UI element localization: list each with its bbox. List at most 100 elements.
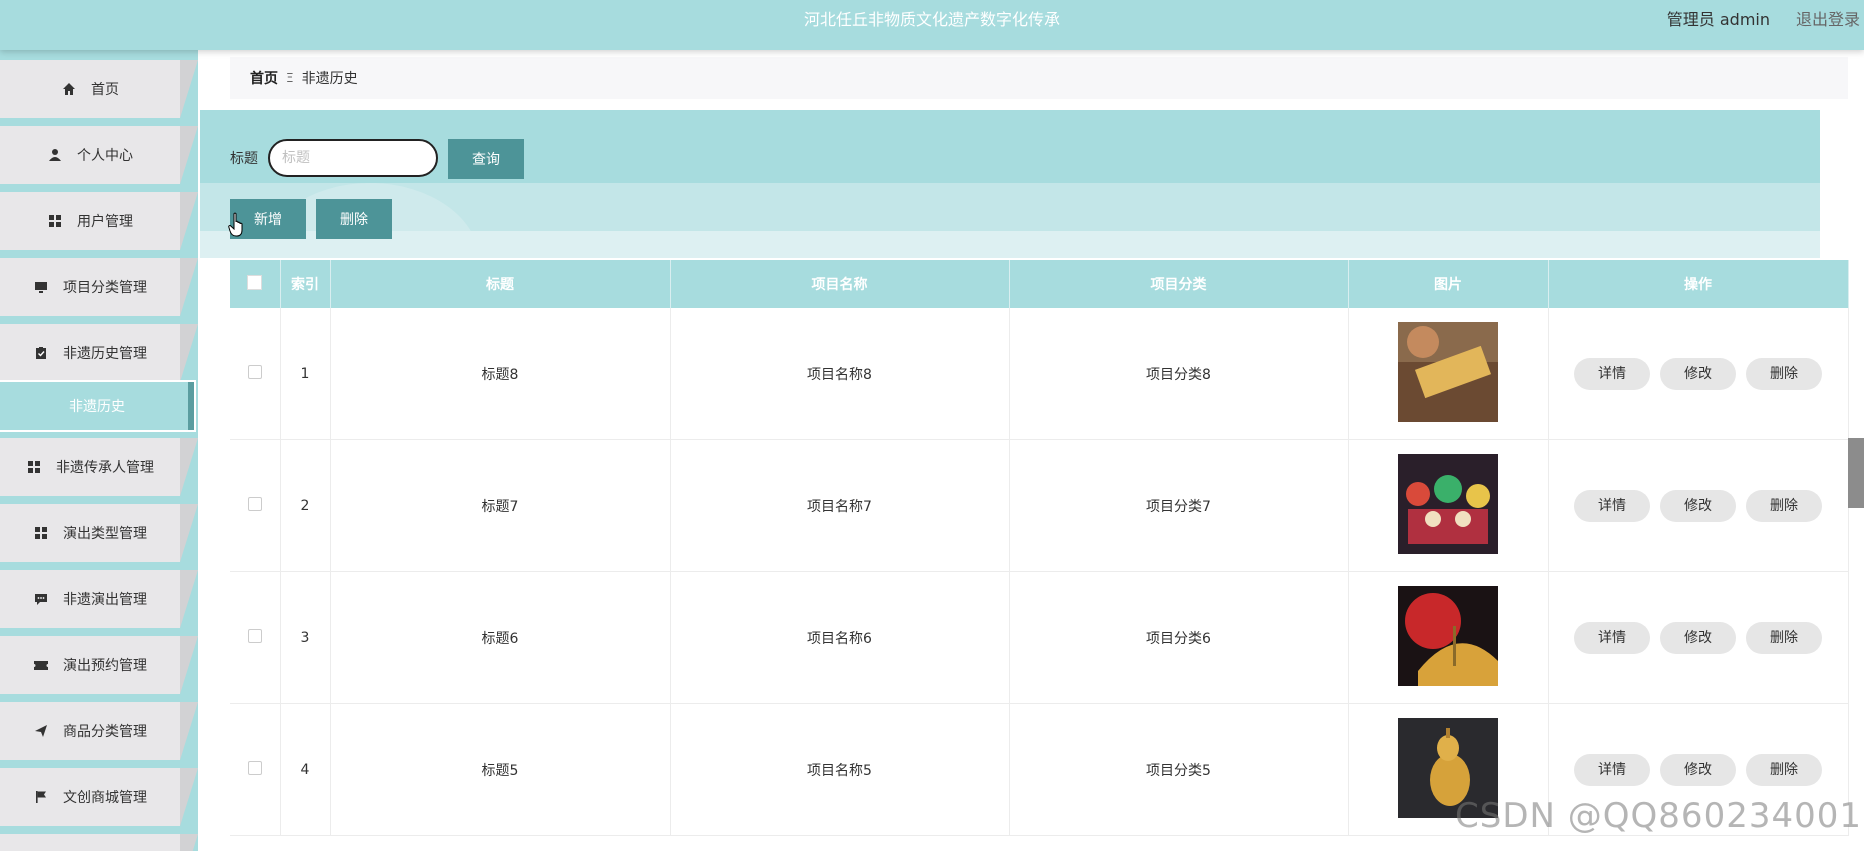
edit-button[interactable]: 修改	[1660, 489, 1736, 522]
sidebar-item-label: 项目分类管理	[63, 280, 147, 296]
edit-button[interactable]: 修改	[1660, 357, 1736, 390]
table-row: 2 标题7 项目名称7 项目分类7 详情 修改 删除	[230, 439, 1849, 572]
cell-name: 项目名称7	[670, 439, 1010, 572]
search-label: 标题	[230, 151, 258, 167]
select-all-header[interactable]	[230, 260, 281, 308]
cell-category: 项目分类8	[1009, 308, 1349, 440]
user-icon	[47, 147, 63, 163]
detail-button[interactable]: 详情	[1574, 489, 1650, 522]
sidebar-item-history-manage[interactable]: 非遗历史管理	[0, 324, 198, 382]
delete-button[interactable]: 删除	[1746, 753, 1822, 786]
watermark-text: CSDN @QQ860234001	[1455, 796, 1862, 836]
column-header-category: 项目分类	[1009, 260, 1349, 308]
edit-button[interactable]: 修改	[1660, 621, 1736, 654]
cell-index: 4	[280, 703, 331, 836]
sidebar-item-profile[interactable]: 个人中心	[0, 126, 198, 184]
flag-icon	[33, 789, 49, 805]
breadcrumb-current: 非遗历史	[301, 71, 358, 87]
select-all-checkbox[interactable]	[247, 274, 263, 290]
app-title: 河北任丘非物质文化遗产数字化传承	[803, 10, 1060, 29]
row-checkbox[interactable]	[247, 364, 262, 379]
table-row: 1 标题8 项目名称8 项目分类8 详情 修改 删除	[230, 308, 1849, 440]
detail-button[interactable]: 详情	[1574, 621, 1650, 654]
cell-category: 项目分类5	[1009, 703, 1349, 836]
table-row: 3 标题6 项目名称6 项目分类6 详情 修改 删除	[230, 571, 1849, 704]
cell-title: 标题8	[330, 308, 671, 440]
grid-icon	[33, 525, 49, 541]
cell-name: 项目名称5	[670, 703, 1010, 836]
sidebar-item-label: 非遗传承人管理	[56, 460, 154, 476]
sidebar-item-label: 演出预约管理	[63, 658, 147, 674]
delete-button[interactable]: 删除	[1746, 489, 1822, 522]
row-image[interactable]	[1398, 321, 1498, 422]
search-panel	[200, 110, 1820, 258]
vertical-scrollbar-thumb[interactable]	[1848, 438, 1864, 508]
sidebar-subitem-label: 非遗历史	[69, 399, 125, 415]
sidebar-item-users[interactable]: 用户管理	[0, 192, 198, 250]
grid-icon	[26, 459, 42, 475]
search-input[interactable]	[268, 139, 438, 177]
cell-category: 项目分类7	[1009, 439, 1349, 572]
sidebar: 首页 个人中心 用户管理 项目分类管理 非遗历史管理 非遗历史 非遗传承人管理 …	[0, 50, 198, 851]
row-checkbox[interactable]	[247, 628, 262, 643]
edit-button[interactable]: 修改	[1660, 753, 1736, 786]
sidebar-item-shop[interactable]: 文创商城管理	[0, 768, 198, 826]
column-header-title: 标题	[330, 260, 671, 308]
cell-name: 项目名称6	[670, 571, 1010, 704]
mouse-pointer-icon	[228, 212, 243, 237]
cell-category: 项目分类6	[1009, 571, 1349, 704]
cell-title: 标题6	[330, 571, 671, 704]
sidebar-item-home[interactable]: 首页	[0, 60, 198, 118]
sidebar-item-goods-category[interactable]: 商品分类管理	[0, 702, 198, 760]
breadcrumb: 首页 Ξ 非遗历史	[230, 57, 1848, 99]
sidebar-item-label: 文创商城管理	[63, 790, 147, 806]
grid-icon	[47, 213, 63, 229]
row-checkbox[interactable]	[247, 496, 262, 511]
sidebar-item-booking[interactable]: 演出预约管理	[0, 636, 198, 694]
cell-title: 标题7	[330, 439, 671, 572]
current-user: 管理员 admin	[1666, 10, 1770, 29]
send-icon	[33, 723, 49, 739]
sidebar-item-label: 非遗演出管理	[63, 592, 147, 608]
sidebar-subitem-history[interactable]: 非遗历史	[0, 380, 196, 432]
query-button[interactable]: 查询	[448, 139, 524, 179]
sidebar-item-label: 用户管理	[77, 214, 133, 230]
sidebar-item-project-category[interactable]: 项目分类管理	[0, 258, 198, 316]
top-bar: 河北任丘非物质文化遗产数字化传承 管理员 admin 退出登录	[0, 0, 1864, 50]
cell-title: 标题5	[330, 703, 671, 836]
row-checkbox[interactable]	[247, 760, 262, 775]
breadcrumb-home[interactable]: 首页	[250, 68, 278, 88]
delete-button[interactable]: 删除	[1746, 621, 1822, 654]
data-table: 索引 标题 项目名称 项目分类 图片 操作 1 标题8 项目名称8 项目分类8 …	[230, 260, 1849, 836]
breadcrumb-separator: Ξ	[286, 71, 294, 85]
clipboard-icon	[33, 345, 49, 361]
sidebar-item-label: 非遗历史管理	[63, 346, 147, 362]
cell-index: 1	[280, 308, 331, 440]
batch-delete-button[interactable]: 删除	[316, 199, 392, 239]
chat-icon	[33, 591, 49, 607]
sidebar-item-inheritor[interactable]: 非遗传承人管理	[0, 438, 198, 496]
sidebar-item-label: 首页	[91, 82, 119, 98]
cell-index: 3	[280, 571, 331, 704]
ticket-icon	[33, 657, 49, 673]
sidebar-item-label: 个人中心	[77, 148, 133, 164]
sidebar-item-show-manage[interactable]: 非遗演出管理	[0, 570, 198, 628]
row-image[interactable]	[1398, 453, 1498, 554]
sidebar-item-label: 商品分类管理	[63, 724, 147, 740]
cell-index: 2	[280, 439, 331, 572]
detail-button[interactable]: 详情	[1574, 357, 1650, 390]
column-header-image: 图片	[1348, 260, 1549, 308]
column-header-actions: 操作	[1548, 260, 1849, 308]
table-header-row: 索引 标题 项目名称 项目分类 图片 操作	[230, 260, 1849, 308]
detail-button[interactable]: 详情	[1574, 753, 1650, 786]
column-header-name: 项目名称	[670, 260, 1010, 308]
sidebar-item-show-type[interactable]: 演出类型管理	[0, 504, 198, 562]
sidebar-item-more[interactable]	[0, 834, 198, 851]
logout-link[interactable]: 退出登录	[1796, 0, 1860, 40]
row-image[interactable]	[1398, 585, 1498, 686]
home-icon	[61, 81, 77, 97]
delete-button[interactable]: 删除	[1746, 357, 1822, 390]
column-header-index: 索引	[280, 260, 331, 308]
cell-name: 项目名称8	[670, 308, 1010, 440]
monitor-icon	[33, 279, 49, 295]
